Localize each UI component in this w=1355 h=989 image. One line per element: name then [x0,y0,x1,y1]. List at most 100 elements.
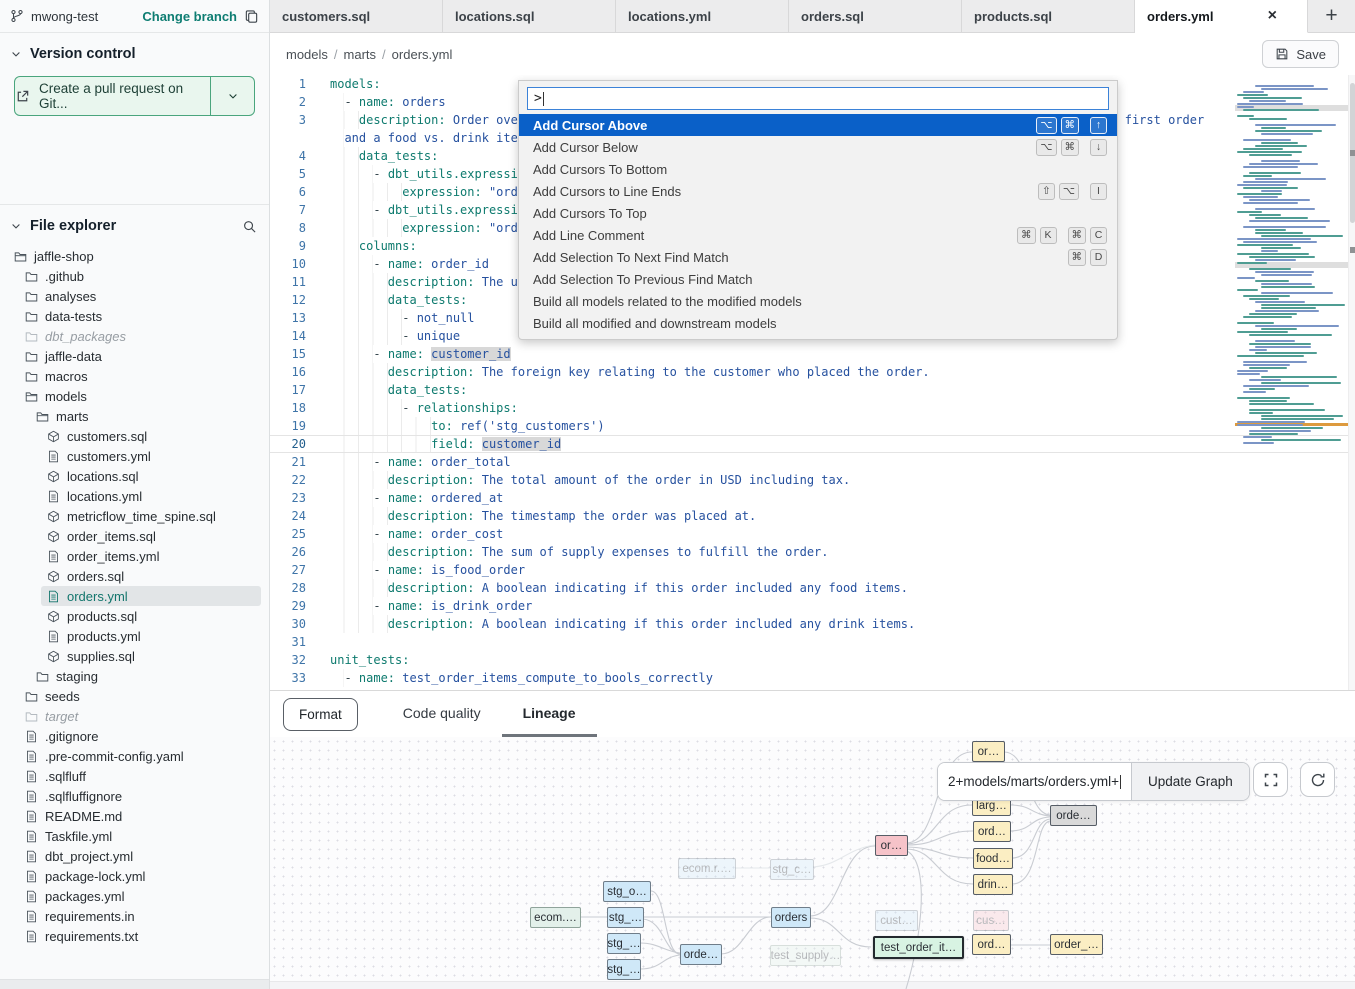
lineage-node[interactable]: or… [875,835,908,856]
update-graph-button[interactable]: Update Graph [1131,763,1249,800]
search-icon[interactable] [242,219,257,234]
lineage-node[interactable]: stg_c… [770,859,814,880]
tree-item[interactable]: package-lock.yml [0,866,269,886]
tree-item[interactable]: customers.sql [0,426,269,446]
tree-item[interactable]: README.md [0,806,269,826]
bottom-tab-lineage[interactable]: Lineage [502,691,597,737]
tree-item[interactable]: locations.yml [0,486,269,506]
lineage-node[interactable]: cust… [875,910,918,931]
command-item[interactable]: Add Cursors To Bottom [519,158,1117,180]
lineage-node[interactable]: ecom.r.… [678,858,736,879]
lineage-node[interactable]: ord… [972,934,1011,955]
lineage-node[interactable]: ecom.… [530,907,581,928]
command-item[interactable]: Add Cursor Above⌥⌘↑ [519,114,1117,136]
tree-item[interactable]: staging [0,666,269,686]
lineage-node[interactable]: orders [771,907,811,928]
code-line[interactable]: 24 description: The timestamp the order … [270,507,1355,525]
code-line[interactable]: 26 description: The sum of supply expens… [270,543,1355,561]
command-item[interactable]: Add Cursor Below⌥⌘↓ [519,136,1117,158]
lineage-node[interactable]: stg_… [607,959,641,980]
lineage-node[interactable]: orde… [680,944,722,965]
tree-item[interactable]: dbt_packages [0,326,269,346]
lineage-node[interactable]: stg_… [607,933,641,954]
tab-customers.sql[interactable]: customers.sql [270,0,443,33]
tree-item[interactable]: seeds [0,686,269,706]
create-pr-button[interactable]: Create a pull request on Git... [14,76,255,116]
code-line[interactable]: 32unit_tests: [270,651,1355,669]
code-line[interactable]: 28 description: A boolean indicating if … [270,579,1355,597]
code-line[interactable]: 30 description: A boolean indicating if … [270,615,1355,633]
code-line[interactable]: 16 description: The foreign key relating… [270,363,1355,381]
pr-dropdown-button[interactable] [210,77,254,115]
tree-item[interactable]: analyses [0,286,269,306]
tab-locations.sql[interactable]: locations.sql [443,0,616,33]
code-line[interactable]: 15 - name: customer_id [270,345,1355,363]
tree-item[interactable]: products.sql [0,606,269,626]
code-line[interactable]: 23 - name: ordered_at [270,489,1355,507]
tree-item[interactable]: products.yml [0,626,269,646]
lineage-node[interactable]: test_supply… [770,945,841,966]
minimap[interactable] [1235,85,1348,525]
code-line[interactable]: 22 description: The total amount of the … [270,471,1355,489]
command-item[interactable]: Build all modified and downstream models [519,312,1117,334]
lineage-node[interactable]: stg_o… [603,881,651,902]
command-item[interactable]: Add Selection To Next Find Match⌘D [519,246,1117,268]
copy-branch-icon[interactable] [244,9,259,24]
code-line[interactable]: 29 - name: is_drink_order [270,597,1355,615]
tab-orders.yml[interactable]: orders.yml× [1135,0,1308,33]
fullscreen-button[interactable] [1253,762,1288,797]
code-editor[interactable]: 1models:2 - name: orders3 description: O… [270,75,1355,690]
tree-item[interactable]: locations.sql [0,466,269,486]
tree-item[interactable]: .github [0,266,269,286]
sidebar-scrollbar[interactable] [0,979,269,989]
command-item[interactable]: Add Line Comment⌘K⌘C [519,224,1117,246]
bottom-tab-code-quality[interactable]: Code quality [382,691,502,737]
editor-scrollbar[interactable] [1348,75,1355,690]
code-line[interactable]: 19 to: ref('stg_customers') [270,417,1355,435]
file-explorer-header[interactable]: File explorer [0,205,269,240]
lineage-node[interactable]: stg_… [607,907,644,928]
lineage-node[interactable]: ord… [973,821,1011,842]
lineage-node[interactable]: food… [973,848,1013,869]
lineage-panel[interactable]: or…larg…orde…ord…food…drin…or…ecom.r.…st… [270,737,1355,989]
tree-item[interactable]: dbt_project.yml [0,846,269,866]
tree-item[interactable]: jaffle-shop [0,246,269,266]
tree-item[interactable]: customers.yml [0,446,269,466]
lineage-node[interactable]: orde… [1050,805,1097,826]
tree-item[interactable]: orders.sql [0,566,269,586]
tab-products.sql[interactable]: products.sql [962,0,1135,33]
tree-item[interactable]: orders.yml [0,586,269,606]
close-tab-icon[interactable]: × [1268,8,1277,24]
lineage-node[interactable]: cus… [973,910,1009,931]
tree-item[interactable]: .gitignore [0,726,269,746]
code-line[interactable]: 17 data_tests: [270,381,1355,399]
change-branch-link[interactable]: Change branch [142,9,237,24]
tab-orders.sql[interactable]: orders.sql [789,0,962,33]
tree-item[interactable]: jaffle-data [0,346,269,366]
code-line[interactable]: 21 - name: order_total [270,453,1355,471]
tree-item[interactable]: order_items.yml [0,546,269,566]
code-line[interactable]: 25 - name: order_cost [270,525,1355,543]
command-item[interactable]: Add Cursors to Line Ends⇧⌥I [519,180,1117,202]
tree-item[interactable]: order_items.sql [0,526,269,546]
command-palette-input[interactable]: > [527,87,1109,110]
tree-item[interactable]: requirements.txt [0,926,269,946]
tree-item[interactable]: requirements.in [0,906,269,926]
tree-item[interactable]: packages.yml [0,886,269,906]
format-button[interactable]: Format [283,698,358,731]
tree-item[interactable]: .sqlfluff [0,766,269,786]
tree-item[interactable]: models [0,386,269,406]
tree-item[interactable]: macros [0,366,269,386]
tree-item[interactable]: supplies.sql [0,646,269,666]
tree-item[interactable]: metricflow_time_spine.sql [0,506,269,526]
lineage-filter-input[interactable]: 2+models/marts/orders.yml+ [938,763,1131,800]
tree-item[interactable]: Taskfile.yml [0,826,269,846]
breadcrumb-file[interactable]: orders.yml [392,47,453,62]
code-line[interactable]: 20 field: customer_id [270,435,1355,453]
tree-item[interactable]: .sqlfluffignore [0,786,269,806]
command-item[interactable]: Add Cursors To Top [519,202,1117,224]
code-line[interactable]: 27 - name: is_food_order [270,561,1355,579]
tree-item[interactable]: data-tests [0,306,269,326]
lineage-node[interactable]: order_… [1050,934,1103,955]
tree-item[interactable]: .pre-commit-config.yaml [0,746,269,766]
